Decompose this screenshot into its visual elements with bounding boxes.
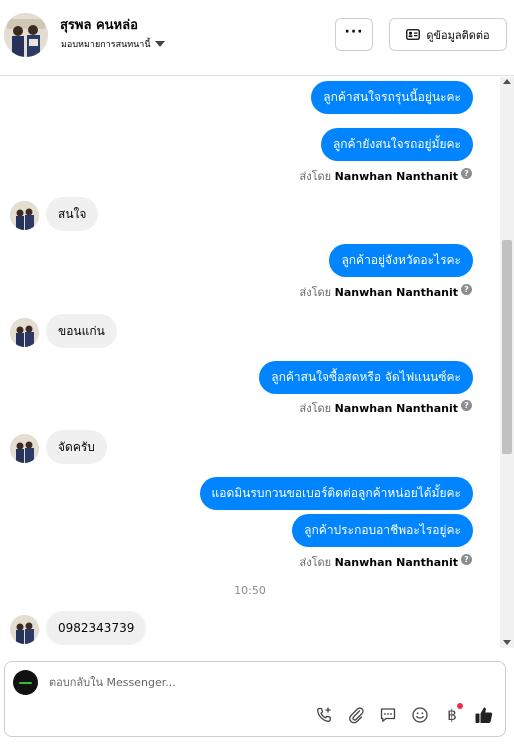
contact-name[interactable]: สุรพล คนหล่อ: [60, 14, 138, 35]
incoming-message[interactable]: ขอนแก่น: [46, 314, 117, 348]
contact-avatar[interactable]: [4, 13, 48, 57]
sent-by-label: ส่งโดย Nanwhan Nanthanit: [299, 170, 458, 183]
customer-avatar: [10, 318, 39, 347]
outgoing-message[interactable]: ลูกค้ายังสนใจรถอยู่มั้ยคะ: [320, 128, 473, 161]
caret-down-icon: [154, 41, 165, 47]
like-icon[interactable]: [473, 704, 495, 726]
payment-icon[interactable]: ฿: [441, 703, 463, 726]
customer-avatar: [10, 615, 39, 644]
incoming-message[interactable]: สนใจ: [46, 197, 99, 231]
composer-toolbar: ฿: [313, 703, 495, 726]
reply-composer: ฿: [4, 661, 506, 737]
help-icon[interactable]: ?: [461, 554, 472, 565]
sent-by-label: ส่งโดย Nanwhan Nanthanit: [299, 402, 458, 415]
emoji-icon[interactable]: [409, 704, 431, 726]
message-thread: ลูกค้าสนใจรถรุ่นนี้อยู่นะคะ ลูกค้ายังสนใ…: [0, 77, 500, 648]
reply-input[interactable]: [49, 676, 469, 689]
more-options-button[interactable]: ···: [335, 18, 373, 51]
incoming-message[interactable]: 0982343739: [46, 611, 147, 645]
customer-avatar: [10, 201, 39, 230]
conversation-header: สุรพล คนหล่อ มอบหมายการสนทนานี้ ··· ดูข้…: [0, 0, 514, 76]
scroll-up-arrow-icon[interactable]: [503, 79, 511, 84]
view-contact-info-button[interactable]: ดูข้อมูลติดต่อ: [389, 18, 507, 51]
help-icon[interactable]: ?: [461, 284, 472, 295]
help-icon[interactable]: ?: [461, 400, 472, 411]
assign-conversation-dropdown[interactable]: มอบหมายการสนทนานี้: [61, 37, 165, 51]
outgoing-message[interactable]: ลูกค้าอยู่จังหวัดอะไรคะ: [329, 244, 473, 277]
message-timestamp: 10:50: [234, 584, 266, 597]
outgoing-message[interactable]: ลูกค้าสนใจรถรุ่นนี้อยู่นะคะ: [311, 81, 473, 114]
page-logo-avatar: [13, 670, 38, 695]
add-call-icon[interactable]: [313, 704, 335, 726]
scrollbar-thumb[interactable]: [502, 240, 512, 454]
sent-by-label: ส่งโดย Nanwhan Nanthanit: [299, 286, 458, 299]
attachment-icon[interactable]: [345, 704, 367, 726]
more-icon: ···: [344, 23, 364, 40]
notification-dot: [457, 703, 463, 709]
sent-by-label: ส่งโดย Nanwhan Nanthanit: [299, 556, 458, 569]
outgoing-message[interactable]: ลูกค้าประกอบอาชีพอะไรอยู่คะ: [292, 514, 473, 547]
customer-avatar: [10, 434, 39, 463]
outgoing-message[interactable]: ลูกค้าสนใจซื้อสดหรือ จัดไฟแนนซ์คะ: [259, 361, 473, 394]
scroll-down-arrow-icon[interactable]: [503, 640, 511, 645]
outgoing-message[interactable]: แอดมินรบกวนขอเบอร์ติดต่อลูกค้าหน่อยได้มั…: [199, 477, 473, 510]
assign-label: มอบหมายการสนทนานี้: [61, 40, 151, 50]
incoming-message[interactable]: จัดครับ: [46, 430, 107, 464]
help-icon[interactable]: ?: [461, 168, 472, 179]
chat-scrollbar[interactable]: [500, 77, 514, 648]
contact-card-icon: [406, 29, 421, 40]
view-contact-info-label: ดูข้อมูลติดต่อ: [426, 28, 490, 42]
saved-reply-icon[interactable]: [377, 704, 399, 726]
